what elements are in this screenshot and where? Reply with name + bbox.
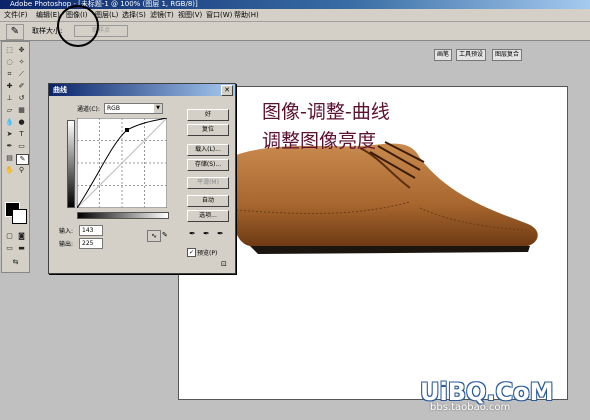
blur-tool-icon[interactable]: 💧 <box>4 118 15 127</box>
pencil-tool-icon[interactable]: ✎ <box>162 230 170 240</box>
input-gradient-bar <box>77 212 169 219</box>
shape-tool-icon[interactable]: ▭ <box>16 142 27 151</box>
path-select-tool-icon[interactable]: ➤ <box>4 130 15 139</box>
input-value-field[interactable]: 143 <box>79 225 103 236</box>
expand-icon[interactable]: ⊡ <box>221 260 230 268</box>
output-gradient-bar <box>67 120 75 208</box>
ok-button[interactable]: 好 <box>187 109 229 121</box>
type-tool-icon[interactable]: T <box>16 130 27 139</box>
channel-select[interactable]: RGB ▼ <box>104 103 163 114</box>
highlight-circle <box>57 5 99 47</box>
menu-select[interactable]: 选择(S) <box>122 10 146 20</box>
menu-window[interactable]: 窗口(W) <box>206 10 232 20</box>
hand-tool-icon[interactable]: ✋ <box>4 166 15 175</box>
curve-graph[interactable] <box>77 118 167 208</box>
pen-tool-icon[interactable]: ✒ <box>4 142 15 151</box>
magic-wand-tool-icon[interactable]: ✧ <box>16 58 27 67</box>
caption-line-1: 图像-调整-曲线 <box>262 101 390 123</box>
menu-view[interactable]: 视图(V) <box>178 10 202 20</box>
eyedropper-tool-icon[interactable]: ✎ <box>6 24 24 40</box>
dialog-title-bar: 曲线 ✕ <box>49 84 235 96</box>
well-tab-layer-comps[interactable]: 图层复合 <box>492 49 523 61</box>
channel-value: RGB <box>107 105 120 112</box>
window-title: Adobe Photoshop - [未标题-1 @ 100% (图层 1, R… <box>10 0 198 8</box>
watermark-url: bbs.taobao.com <box>430 402 511 413</box>
shoe-image <box>228 141 538 254</box>
eraser-tool-icon[interactable]: ▱ <box>4 106 15 115</box>
menu-layer[interactable]: 图层(L) <box>95 10 118 20</box>
eyedropper-tool-icon-active[interactable]: ✎ <box>16 154 29 165</box>
gradient-tool-icon[interactable]: ▦ <box>16 106 27 115</box>
curve-tool-icon[interactable]: ∿ <box>147 230 161 242</box>
quick-mask-icon[interactable]: ◙ <box>16 232 27 241</box>
chevron-down-icon: ▼ <box>154 104 162 113</box>
zoom-tool-icon[interactable]: ⚲ <box>16 166 27 175</box>
preview-label: 预览(P) <box>197 250 218 257</box>
channel-label: 通道(C): <box>77 106 100 113</box>
output-label: 输出: <box>59 241 74 248</box>
white-eyedropper-icon[interactable]: ✒ <box>217 229 224 238</box>
fullscreen-mode-icon[interactable]: ▬ <box>16 244 27 253</box>
preview-checkbox[interactable]: ✓ <box>187 248 196 257</box>
menu-file[interactable]: 文件(F) <box>4 10 28 20</box>
jump-to-imageready-icon[interactable]: ⇆ <box>10 258 21 267</box>
menu-help[interactable]: 帮助(H) <box>234 10 259 20</box>
slice-tool-icon[interactable]: ⟋ <box>16 70 27 79</box>
well-tab-brushes[interactable]: 画笔 <box>434 49 453 61</box>
load-button[interactable]: 载入(L)... <box>187 144 229 156</box>
auto-button[interactable]: 自动 <box>187 195 229 207</box>
healing-tool-icon[interactable]: ✚ <box>4 82 15 91</box>
stamp-tool-icon[interactable]: ⊥ <box>4 94 15 103</box>
input-label: 输入: <box>59 228 74 235</box>
output-value-field[interactable]: 225 <box>79 238 103 249</box>
toolbox: ⬚ ✥ ◌ ✧ ⌗ ⟋ ✚ ✐ ⊥ ↺ ▱ ▦ 💧 ● ➤ T ✒ ▭ ▤ ✎ … <box>1 41 30 273</box>
close-icon[interactable]: ✕ <box>221 85 233 96</box>
screen-mode-icon[interactable]: ▭ <box>4 244 15 253</box>
dialog-title: 曲线 <box>53 86 67 94</box>
menu-edit[interactable]: 编辑(E) <box>36 10 60 20</box>
reset-button[interactable]: 复位 <box>187 124 229 136</box>
save-button[interactable]: 存储(S)... <box>187 159 229 171</box>
brush-tool-icon[interactable]: ✐ <box>16 82 27 91</box>
dodge-tool-icon[interactable]: ● <box>16 118 27 127</box>
menu-filter[interactable]: 滤镜(T) <box>150 10 174 20</box>
options-button[interactable]: 选项... <box>187 210 229 222</box>
standard-mode-icon[interactable]: ▢ <box>4 232 15 241</box>
curves-dialog: 曲线 ✕ 通道(C): RGB ▼ 输入: 143 输出: 225 ∿ ✎ 好 … <box>48 83 236 274</box>
marquee-tool-icon[interactable]: ⬚ <box>4 46 15 55</box>
crop-tool-icon[interactable]: ⌗ <box>4 70 15 79</box>
smooth-button[interactable]: 平滑(M) <box>187 177 229 189</box>
history-brush-tool-icon[interactable]: ↺ <box>16 94 27 103</box>
background-color-swatch[interactable] <box>12 209 27 224</box>
caption-line-2: 调整图像亮度 <box>262 130 377 152</box>
gray-eyedropper-icon[interactable]: ✒ <box>203 229 210 238</box>
well-tab-tool-presets[interactable]: 工具预设 <box>456 49 487 61</box>
black-eyedropper-icon[interactable]: ✒ <box>189 229 196 238</box>
lasso-tool-icon[interactable]: ◌ <box>4 58 15 67</box>
curve-control-point[interactable] <box>125 128 129 132</box>
notes-tool-icon[interactable]: ▤ <box>4 154 15 163</box>
move-tool-icon[interactable]: ✥ <box>16 46 27 55</box>
